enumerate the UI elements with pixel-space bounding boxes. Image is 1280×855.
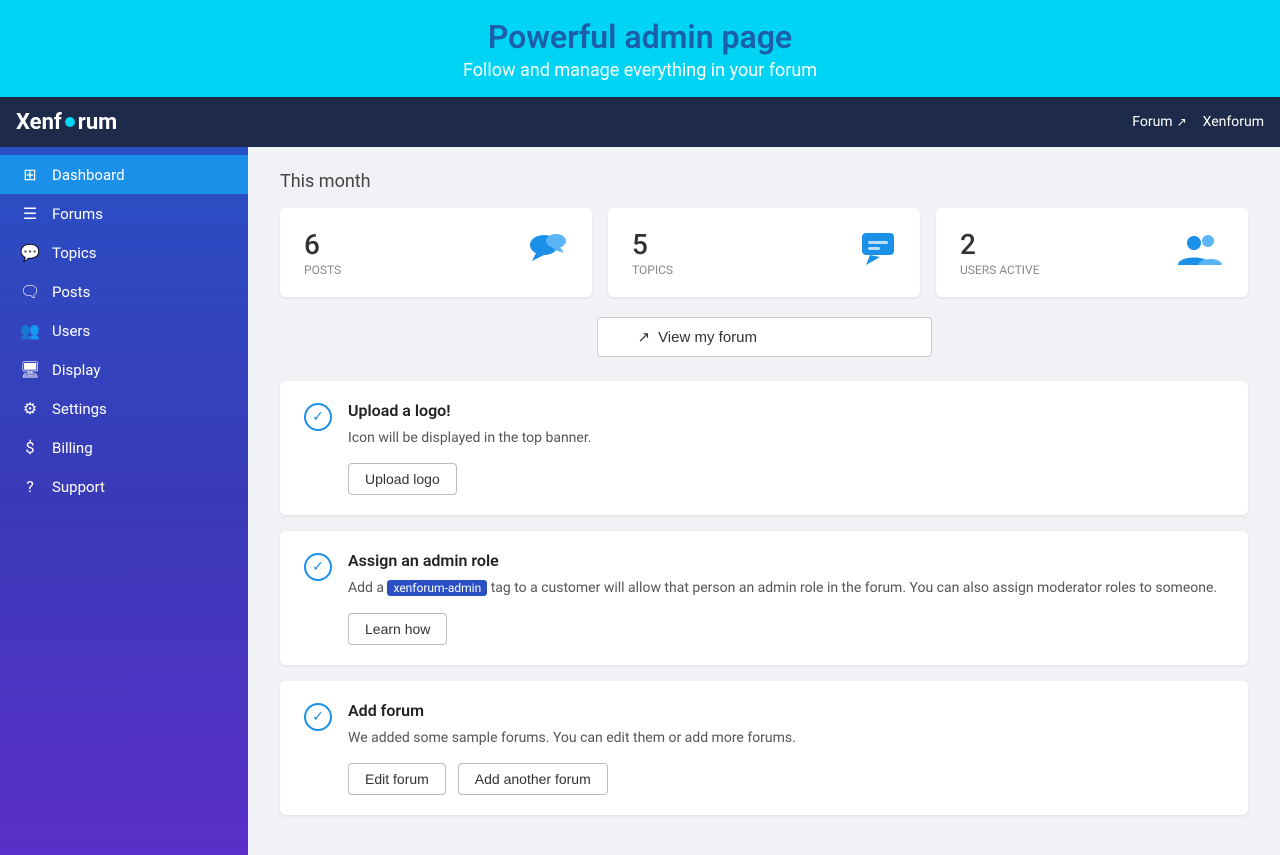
brand-dot — [65, 117, 75, 127]
forum-link[interactable]: Forum ↗ — [1132, 114, 1186, 130]
task-body-add-forum: Add forum We added some sample forums. Y… — [348, 701, 1224, 795]
stat-card-users: 2 USERS ACTIVE — [936, 208, 1248, 297]
users-label: USERS ACTIVE — [960, 263, 1040, 277]
sidebar-item-display[interactable]: 🖥 Display — [0, 350, 248, 389]
posts-count: 6 — [304, 228, 341, 261]
dashboard-icon: ⊞ — [20, 165, 40, 184]
sidebar-item-topics[interactable]: 💬 Topics — [0, 233, 248, 272]
admin-tag: xenforum-admin — [387, 580, 487, 596]
billing-icon: $ — [20, 438, 40, 457]
posts-stat-icon — [528, 231, 568, 275]
task-check-add-forum: ✓ — [304, 703, 332, 731]
view-forum-icon: ↗ — [638, 328, 651, 346]
sidebar-item-posts[interactable]: 🗨 Posts — [0, 272, 248, 311]
posts-label: POSTS — [304, 263, 341, 277]
period-label: This month — [280, 171, 1248, 192]
desc-before: Add a — [348, 580, 387, 596]
users-count: 2 — [960, 228, 1040, 261]
sidebar-item-forums[interactable]: ☰ Forums — [0, 194, 248, 233]
topics-stat-icon — [860, 231, 896, 275]
topics-label: TOPICS — [632, 263, 673, 277]
display-icon: 🖥 — [20, 360, 40, 379]
sidebar-item-support[interactable]: ? Support — [0, 467, 248, 506]
forum-link-label: Forum — [1132, 114, 1172, 130]
topics-count: 5 — [632, 228, 673, 261]
task-title-assign-admin: Assign an admin role — [348, 551, 1224, 570]
task-body-upload-logo: Upload a logo! Icon will be displayed in… — [348, 401, 1224, 495]
external-link-icon: ↗ — [1177, 115, 1187, 129]
task-check-upload-logo: ✓ — [304, 403, 332, 431]
task-body-assign-admin: Assign an admin role Add a xenforum-admi… — [348, 551, 1224, 645]
sidebar-item-users[interactable]: 👥 Users — [0, 311, 248, 350]
sidebar-label-display: Display — [52, 361, 100, 379]
top-banner: Powerful admin page Follow and manage ev… — [0, 0, 1280, 97]
task-check-assign-admin: ✓ — [304, 553, 332, 581]
sidebar: ⊞ Dashboard ☰ Forums 💬 Topics 🗨 Posts 👥 … — [0, 147, 248, 855]
navbar-right: Forum ↗ Xenforum — [1132, 114, 1264, 130]
sidebar-label-forums: Forums — [52, 205, 103, 223]
task-card-assign-admin: ✓ Assign an admin role Add a xenforum-ad… — [280, 531, 1248, 665]
content-area: This month 6 POSTS — [248, 147, 1280, 855]
sidebar-label-users: Users — [52, 322, 90, 340]
task-title-upload-logo: Upload a logo! — [348, 401, 1224, 420]
task-desc-assign-admin: Add a xenforum-admin tag to a customer w… — [348, 578, 1224, 599]
forums-icon: ☰ — [20, 204, 40, 223]
forum-name: Xenforum — [1203, 114, 1264, 130]
view-forum-container: ↗ View my forum — [280, 317, 1248, 357]
settings-icon: ⚙ — [20, 399, 40, 418]
sidebar-item-billing[interactable]: $ Billing — [0, 428, 248, 467]
task-title-add-forum: Add forum — [348, 701, 1224, 720]
posts-icon: 🗨 — [20, 282, 40, 301]
upload-logo-button[interactable]: Upload logo — [348, 463, 457, 495]
sidebar-label-support: Support — [52, 478, 105, 496]
stat-info-posts: 6 POSTS — [304, 228, 341, 277]
navbar: Xenfrum Forum ↗ Xenforum — [0, 97, 1280, 147]
main-layout: ⊞ Dashboard ☰ Forums 💬 Topics 🗨 Posts 👥 … — [0, 147, 1280, 855]
sidebar-label-posts: Posts — [52, 283, 90, 301]
topics-icon: 💬 — [20, 243, 40, 262]
banner-headline: Powerful admin page — [0, 18, 1280, 56]
add-another-forum-button[interactable]: Add another forum — [458, 763, 608, 795]
edit-forum-button[interactable]: Edit forum — [348, 763, 446, 795]
stat-info-users: 2 USERS ACTIVE — [960, 228, 1040, 277]
sidebar-label-topics: Topics — [52, 244, 96, 262]
support-icon: ? — [20, 477, 40, 496]
sidebar-label-settings: Settings — [52, 400, 107, 418]
users-stat-icon — [1176, 231, 1224, 275]
sidebar-item-dashboard[interactable]: ⊞ Dashboard — [0, 155, 248, 194]
learn-how-button[interactable]: Learn how — [348, 613, 447, 645]
sidebar-label-billing: Billing — [52, 439, 93, 457]
task-card-upload-logo: ✓ Upload a logo! Icon will be displayed … — [280, 381, 1248, 515]
view-forum-label: View my forum — [658, 329, 757, 346]
stat-card-topics: 5 TOPICS — [608, 208, 920, 297]
sidebar-label-dashboard: Dashboard — [52, 166, 125, 184]
users-icon: 👥 — [20, 321, 40, 340]
navbar-brand: Xenfrum — [16, 110, 117, 135]
stats-row: 6 POSTS 5 TOPIC — [280, 208, 1248, 297]
task-desc-upload-logo: Icon will be displayed in the top banner… — [348, 428, 1224, 449]
task-desc-add-forum: We added some sample forums. You can edi… — [348, 728, 1224, 749]
desc-after: tag to a customer will allow that person… — [487, 580, 1217, 596]
task-card-add-forum: ✓ Add forum We added some sample forums.… — [280, 681, 1248, 815]
banner-subheadline: Follow and manage everything in your for… — [0, 60, 1280, 81]
stat-info-topics: 5 TOPICS — [632, 228, 673, 277]
stat-card-posts: 6 POSTS — [280, 208, 592, 297]
view-forum-button[interactable]: ↗ View my forum — [597, 317, 932, 357]
sidebar-item-settings[interactable]: ⚙ Settings — [0, 389, 248, 428]
app-shell: Xenfrum Forum ↗ Xenforum ⊞ Dashboard ☰ F… — [0, 97, 1280, 855]
